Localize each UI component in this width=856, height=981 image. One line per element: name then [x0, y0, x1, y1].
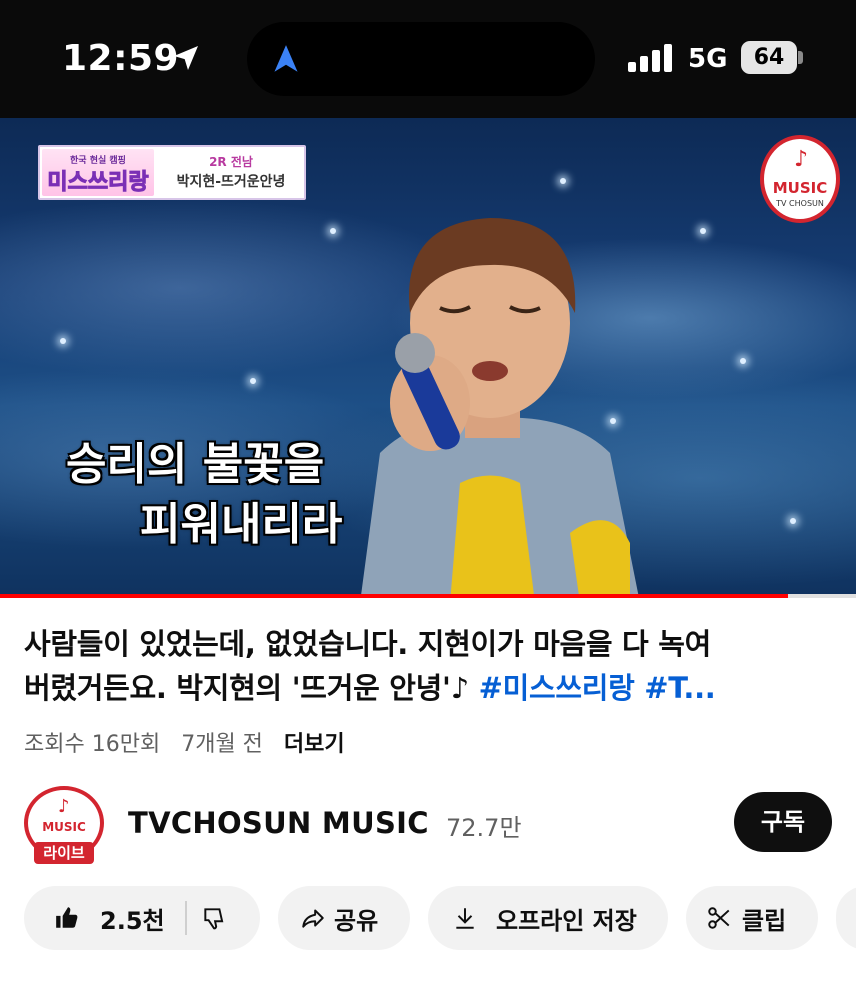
video-title[interactable]: 사람들이 있었는데, 없었습니다. 지현이가 마음을 다 녹여 버렸거든요. 박…: [24, 622, 824, 710]
subscribe-button[interactable]: 구독: [734, 792, 832, 852]
download-button[interactable]: 오프라인 저장: [428, 886, 668, 950]
more-link[interactable]: 더보기: [284, 732, 345, 757]
show-logo-main: 미스쓰리랑: [47, 170, 149, 196]
download-icon: [456, 908, 474, 929]
show-badge: 한국 현실 캠핑 미스쓰리랑 2R 전남 박지현-뜨거운안녕: [38, 145, 306, 200]
lyric-caption-line1: 승리의 불꽃을: [66, 439, 325, 490]
live-badge: 라이브: [34, 842, 94, 864]
show-round: 2R 전남: [209, 155, 253, 169]
status-time: 12:59: [62, 38, 180, 79]
video-progress-fill: [0, 594, 788, 598]
thumbs-up-icon[interactable]: [54, 905, 80, 931]
scissors-icon: [708, 907, 730, 929]
clip-label: 클립: [742, 906, 787, 935]
like-count[interactable]: 2.5천: [100, 901, 165, 936]
music-note-icon: ♪: [58, 796, 70, 817]
status-bar: 12:59 5G 64: [0, 0, 856, 118]
share-label: 공유: [334, 906, 379, 935]
show-logo: 한국 현실 캠핑 미스쓰리랑: [42, 149, 154, 196]
more-actions-button[interactable]: [836, 886, 856, 950]
title-line2-text: 버렸거든요. 박지현의 '뜨거운 안녕'♪: [24, 671, 469, 705]
sparkle: [60, 338, 66, 344]
avatar-text: MUSIC: [42, 820, 86, 834]
sparkle: [250, 378, 256, 384]
download-label: 오프라인 저장: [496, 906, 637, 935]
watermark-sub: TV CHOSUN: [776, 199, 824, 208]
share-button[interactable]: 공유: [278, 886, 410, 950]
share-icon: [302, 909, 324, 928]
music-note-icon: ♪: [794, 147, 809, 172]
title-line2: 버렸거든요. 박지현의 '뜨거운 안녕'♪ #미스쓰리랑 #T...: [24, 666, 824, 710]
video-player[interactable]: 한국 현실 캠핑 미스쓰리랑 2R 전남 박지현-뜨거운안녕 ♪ MUSIC T…: [0, 118, 856, 597]
like-divider: [184, 901, 187, 935]
subscriber-count: 72.7만: [446, 814, 522, 842]
network-type: 5G: [688, 44, 728, 74]
navigation-arrow-icon: [274, 45, 298, 72]
video-progress-bar[interactable]: [0, 594, 856, 598]
sparkle: [740, 358, 746, 364]
watermark-text: MUSIC: [772, 179, 828, 197]
show-song: 박지현-뜨거운안녕: [176, 174, 286, 190]
lyric-caption-line2: 피워내리라: [140, 499, 343, 550]
channel-watermark-logo: ♪ MUSIC TV CHOSUN: [760, 135, 840, 223]
location-arrow-icon: [174, 46, 198, 70]
like-dislike-pill: 2.5천: [24, 886, 260, 950]
singer-figure: [360, 218, 639, 597]
thumbs-down-icon[interactable]: [201, 905, 227, 931]
sparkle: [790, 518, 796, 524]
clip-button[interactable]: 클립: [686, 886, 818, 950]
sparkle: [700, 228, 706, 234]
title-line1: 사람들이 있었는데, 없었습니다. 지현이가 마음을 다 녹여: [24, 627, 711, 661]
upload-age: 7개월 전: [181, 732, 263, 757]
view-count: 조회수 16만회: [24, 732, 161, 757]
sparkle: [560, 178, 566, 184]
cellular-signal-icon: [628, 44, 672, 72]
battery-nub: [798, 51, 803, 64]
channel-avatar[interactable]: ♪ MUSIC 라이브: [24, 786, 104, 864]
hashtag-link[interactable]: #미스쓰리랑 #T...: [479, 671, 716, 705]
channel-name[interactable]: TVCHOSUN MUSIC: [128, 806, 429, 840]
battery-icon: 64: [741, 41, 797, 74]
video-meta[interactable]: 조회수 16만회 7개월 전 더보기: [24, 726, 359, 758]
